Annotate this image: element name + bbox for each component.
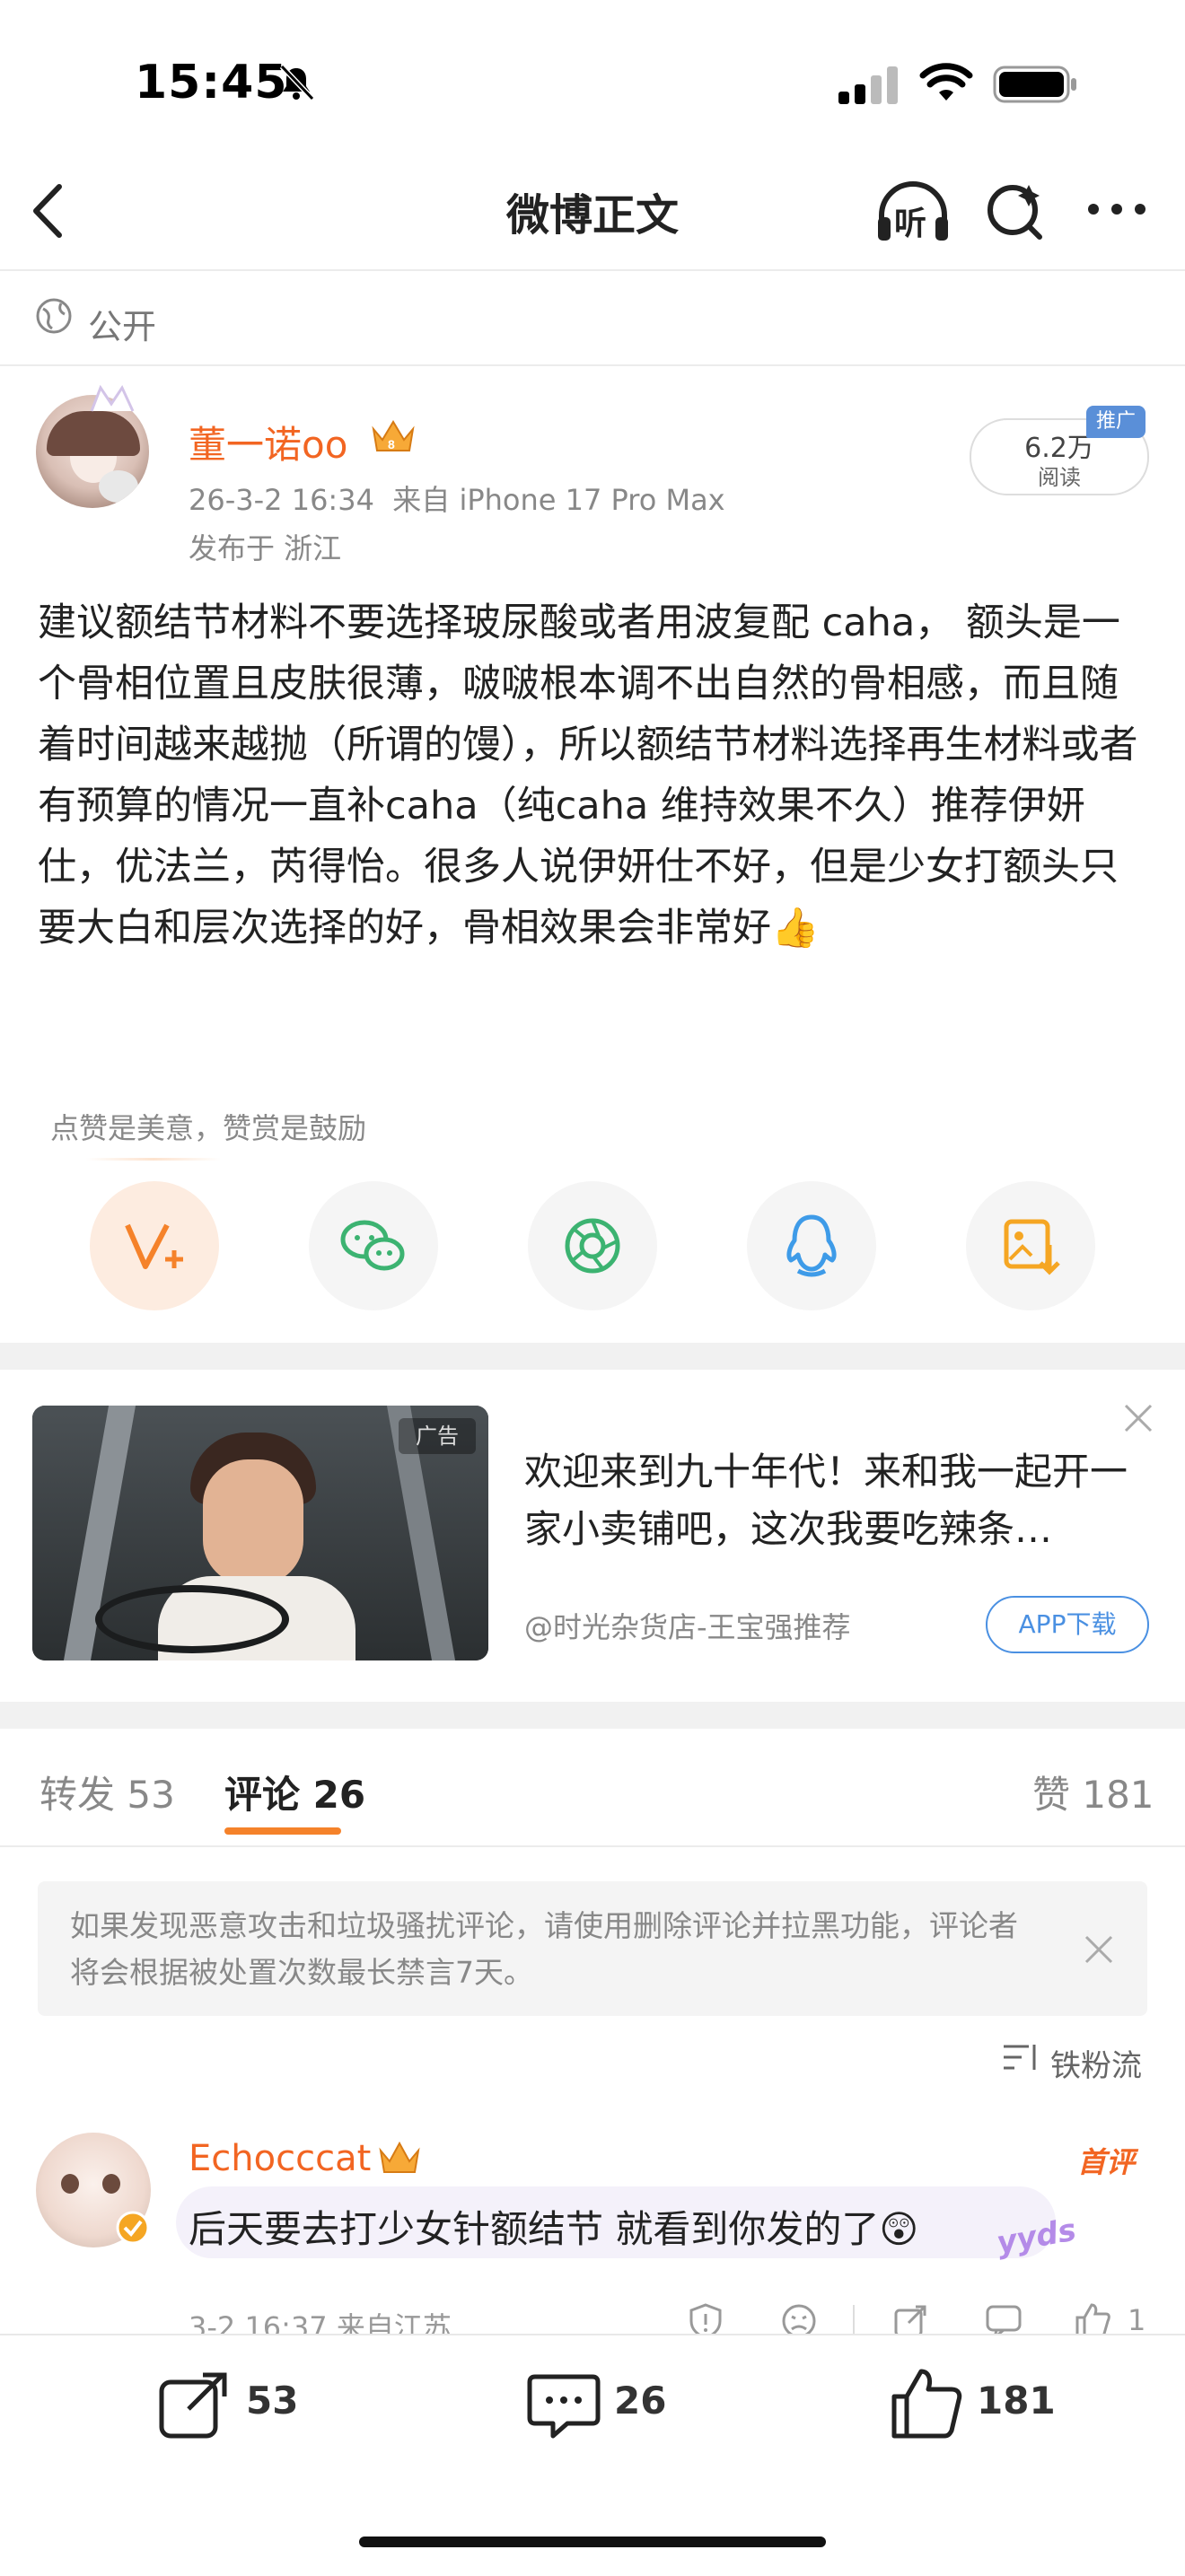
like-thumbs-up-icon[interactable] <box>889 2366 964 2441</box>
author-name[interactable]: 董一诺oo <box>189 415 347 469</box>
globe-icon <box>36 298 72 334</box>
cat-ear-decoration <box>88 384 136 413</box>
close-ad-icon[interactable] <box>1120 1400 1156 1436</box>
search-icon[interactable] <box>984 178 1047 244</box>
app-download-button[interactable]: APP下载 <box>986 1596 1149 1653</box>
praise-hint-underline <box>86 1158 221 1161</box>
mute-bell-icon <box>279 64 315 101</box>
share-wechat-button[interactable] <box>309 1181 438 1310</box>
comment-like-count: 1 <box>1128 2303 1146 2337</box>
like-count[interactable]: 181 <box>977 2379 1056 2423</box>
verified-badge-icon <box>116 2211 150 2245</box>
post-timestamp: 26-3-2 16:34 来自 iPhone 17 Pro Max <box>189 478 725 519</box>
wifi-icon <box>919 63 973 101</box>
listen-button[interactable]: 听 <box>874 176 952 246</box>
ad-advertiser[interactable]: @时光杂货店-王宝强推荐 <box>524 1605 851 1646</box>
section-separator-2 <box>0 1702 1185 1729</box>
sort-icon <box>1004 2045 1036 2070</box>
tab-comments[interactable]: 评论 26 <box>224 1765 365 1819</box>
repost-icon[interactable] <box>156 2370 232 2441</box>
vip-crown-badge-icon: 8 <box>372 420 415 451</box>
moments-aperture-icon <box>565 1218 620 1274</box>
praise-hint: 点赞是美意，赞赏是鼓励 <box>50 1111 367 1145</box>
more-options-icon[interactable] <box>1084 196 1149 223</box>
action-divider <box>853 2305 855 2337</box>
promo-badge: 推广 <box>1086 406 1146 438</box>
save-image-icon <box>1004 1219 1060 1275</box>
comment-notice-text: 如果发现恶意攻击和垃圾骚扰评论，请使用删除评论并拉黑功能，评论者将会根据被处置次… <box>70 1908 1018 1990</box>
ad-badge: 广告 <box>399 1418 476 1454</box>
cellular-signal-icon <box>838 66 898 104</box>
post-body: 建议额结节材料不要选择玻尿酸或者用波复配 caha， 额头是一个骨相位置且皮肤很… <box>38 600 1138 951</box>
vip-crown-badge-icon <box>379 2141 420 2173</box>
save-image-button[interactable] <box>966 1181 1095 1310</box>
battery-icon <box>993 66 1076 103</box>
ad-title[interactable]: 欢迎来到九十年代！来和我一起开一家小卖铺吧，这次我要吃辣条… <box>524 1443 1144 1558</box>
source-text[interactable]: 来自 iPhone 17 Pro Max <box>392 483 724 517</box>
visibility-divider <box>0 364 1185 366</box>
nav-divider <box>0 269 1185 271</box>
commenter-name[interactable]: Echocccat <box>189 2138 371 2179</box>
first-comment-tag: 首评 <box>1077 2145 1136 2179</box>
close-notice-icon[interactable] <box>1081 1932 1117 1967</box>
listen-label: 听 <box>894 206 927 242</box>
home-indicator <box>359 2537 826 2547</box>
tab-repost[interactable]: 转发 53 <box>40 1765 175 1819</box>
svg-text:8: 8 <box>388 437 395 451</box>
reward-button[interactable] <box>90 1181 219 1310</box>
share-moments-button[interactable] <box>528 1181 657 1310</box>
comment-icon[interactable] <box>526 2371 601 2443</box>
v-plus-reward-icon <box>125 1223 183 1269</box>
section-separator <box>0 1343 1185 1370</box>
qq-penguin-icon <box>786 1214 837 1277</box>
visibility-label: 公开 <box>88 307 157 346</box>
tab-active-indicator <box>224 1827 341 1835</box>
sort-label[interactable]: 铁粉流 <box>1050 2041 1142 2085</box>
tabs-divider <box>0 1845 1185 1847</box>
sort-button[interactable] <box>1002 2039 1041 2079</box>
wechat-icon <box>340 1220 405 1271</box>
repost-count[interactable]: 53 <box>246 2379 298 2423</box>
status-time: 15:45 <box>135 56 288 110</box>
tab-likes[interactable]: 赞 181 <box>1032 1765 1154 1819</box>
share-qq-button[interactable] <box>747 1181 876 1310</box>
read-count-label: 阅读 <box>1038 465 1081 490</box>
comment-count[interactable]: 26 <box>614 2379 666 2423</box>
timestamp-text: 26-3-2 16:34 <box>189 483 374 517</box>
comment-text: 后天要去打少女针额结节 就看到你发的了😲 <box>189 2207 919 2251</box>
post-location: 发布于 浙江 <box>189 531 342 565</box>
